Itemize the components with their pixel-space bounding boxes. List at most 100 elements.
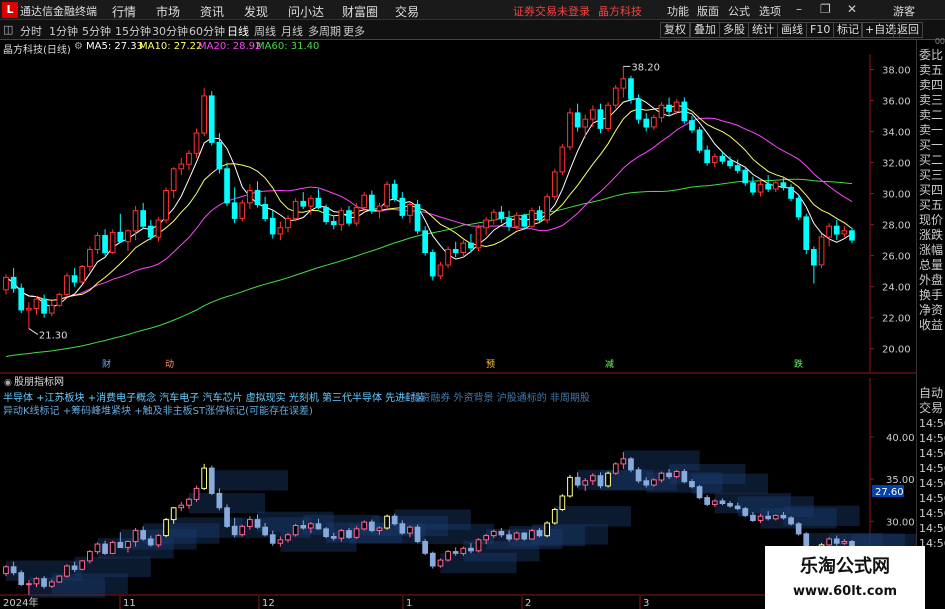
sidebar-trade-item[interactable]: 自动: [919, 386, 945, 401]
tab-period-more[interactable]: 更多: [343, 23, 365, 39]
tab-period-1min[interactable]: 1分钟: [49, 23, 78, 39]
candle-body: [612, 87, 619, 106]
menu-wealth[interactable]: 财富圈: [342, 3, 378, 20]
tab-period-60min[interactable]: 60分钟: [189, 23, 225, 39]
candle-body: [231, 525, 238, 536]
sub-y-tick-label: 30.00: [886, 517, 915, 528]
sidebar-trade-item[interactable]: 14:56: [919, 446, 945, 461]
minimize-icon[interactable]: –: [796, 2, 802, 16]
sidebar-item[interactable]: 买一: [919, 138, 945, 153]
candle-body: [308, 523, 314, 529]
sidebar-item[interactable]: 买五: [919, 198, 945, 213]
tab-period-weekly[interactable]: 周线: [254, 23, 276, 39]
guest-label[interactable]: 游客: [893, 3, 915, 19]
candle-body: [658, 104, 665, 119]
tab-period-daily[interactable]: 日线: [227, 23, 249, 39]
candle-body: [681, 101, 688, 122]
stats-button[interactable]: 统计: [748, 22, 778, 38]
candle-body: [18, 287, 25, 311]
menu-layout[interactable]: 版面: [697, 3, 719, 19]
multi-stock-button[interactable]: 多股: [719, 22, 749, 38]
candle-body: [33, 298, 40, 309]
sidebar-item[interactable]: 卖五: [919, 63, 945, 78]
candle-body: [399, 197, 406, 216]
menu-market[interactable]: 市场: [156, 3, 180, 20]
tab-period-15min[interactable]: 15分钟: [115, 23, 151, 39]
sidebar-trade-item[interactable]: 14:56: [919, 491, 945, 506]
concept-line: 半导体 +江苏板块 +消费电子概念 汽车电子 汽车芯片 虚拟现实 光刻机 第三代…: [3, 391, 425, 404]
tab-period-monthly[interactable]: 月线: [281, 23, 303, 39]
sidebar-item[interactable]: 卖二: [919, 108, 945, 123]
tab-period-30min[interactable]: 30分钟: [152, 23, 188, 39]
sidebar-item[interactable]: 卖一: [919, 123, 945, 138]
candle-body: [56, 575, 63, 583]
menu-formula[interactable]: 公式: [728, 3, 750, 19]
candle-body: [163, 190, 169, 221]
tab-period-5min[interactable]: 5分钟: [82, 23, 111, 39]
menu-options[interactable]: 选项: [759, 3, 781, 19]
menu-ask[interactable]: 问小达: [288, 3, 324, 20]
y-tick-label: 38.00: [882, 66, 911, 77]
sidebar-item[interactable]: 总量: [919, 258, 945, 273]
sidebar-item[interactable]: 买三: [919, 168, 945, 183]
sidebar-trade-item[interactable]: 14:56: [919, 476, 945, 491]
kline-chart-area[interactable]: 20.00 22.00 24.00 26.00 28.00 30.00 32.00 34.00…: [0, 40, 916, 609]
candle-body: [300, 525, 307, 529]
tab-period-multi[interactable]: 多周期: [308, 23, 341, 39]
f10-button[interactable]: F10: [806, 22, 835, 38]
candle-body: [239, 202, 246, 219]
candle-body: [10, 276, 17, 289]
ma60-line: [5, 178, 853, 357]
adjust-button[interactable]: 复权: [660, 22, 690, 38]
main-y-axis: 20.00 22.00 24.00 26.00 28.00 30.00 32.00 34.00…: [870, 66, 911, 356]
sidebar-trade-item[interactable]: 14:56: [919, 461, 945, 476]
sidebar-item[interactable]: 收益: [919, 318, 945, 333]
candle-body: [285, 534, 291, 541]
candle-body: [48, 581, 55, 587]
sidebar-item[interactable]: 涨跌: [919, 228, 945, 243]
candle-body: [429, 552, 436, 567]
menu-quotes[interactable]: 行情: [112, 3, 136, 20]
tab-period-timeshare[interactable]: 分时: [20, 23, 42, 39]
candle-body: [429, 252, 436, 277]
sidebar-item[interactable]: 涨幅: [919, 243, 945, 258]
candle-body: [71, 275, 78, 283]
sidebar-item[interactable]: 外盘: [919, 273, 945, 288]
sidebar-trade-item[interactable]: 14:56: [919, 521, 945, 536]
last-value-label: 27.60: [875, 487, 904, 498]
menu-trade[interactable]: 交易: [395, 3, 419, 20]
sidebar-item[interactable]: 卖四: [919, 78, 945, 93]
sidebar-trade-item[interactable]: 14:56: [919, 506, 945, 521]
candle-body: [132, 530, 139, 543]
menubar: L 通达信金融终端 行情 市场 资讯 发现 问小达 财富圈 交易 证券交易未登录…: [0, 0, 945, 20]
login-notice[interactable]: 证券交易未登录 晶方科技: [513, 3, 642, 19]
candle-body: [155, 535, 162, 546]
sidebar-item[interactable]: 换手: [919, 288, 945, 303]
overlay-button[interactable]: 叠加: [690, 22, 720, 38]
draw-line-button[interactable]: 画线: [777, 22, 807, 38]
sidebar-item[interactable]: 卖三: [919, 93, 945, 108]
menu-function[interactable]: 功能: [667, 3, 689, 19]
mark-button[interactable]: 标记: [833, 22, 863, 38]
menu-discover[interactable]: 发现: [244, 3, 268, 20]
candle-body: [750, 182, 756, 193]
sidebar-trade-item[interactable]: 14:56: [919, 431, 945, 446]
candle-body: [323, 528, 329, 537]
sidebar-item[interactable]: 净资: [919, 303, 945, 318]
candle-body: [201, 467, 208, 489]
candle-body: [651, 479, 657, 486]
note-line: 异动K线标记 +筹码峰堆紧块 +触及非主板ST涨停标记(可能存在误差): [3, 404, 313, 417]
eye-icon[interactable]: ◉: [4, 378, 12, 388]
menu-news[interactable]: 资讯: [200, 3, 224, 20]
sidebar-item[interactable]: 买四: [919, 183, 945, 198]
candle-body: [330, 221, 337, 226]
sidebar-item[interactable]: 现价: [919, 213, 945, 228]
sidebar-trade-item[interactable]: 交易: [919, 401, 945, 416]
sidebar-item[interactable]: 买二: [919, 153, 945, 168]
sidebar-toggle-icon[interactable]: ◫: [3, 23, 13, 36]
sidebar-item[interactable]: 委比: [919, 48, 945, 63]
restore-icon[interactable]: ❐: [820, 2, 831, 16]
candle-body: [277, 539, 284, 544]
close-icon[interactable]: ✕: [847, 2, 857, 16]
sidebar-trade-item[interactable]: 14:56: [919, 416, 945, 431]
